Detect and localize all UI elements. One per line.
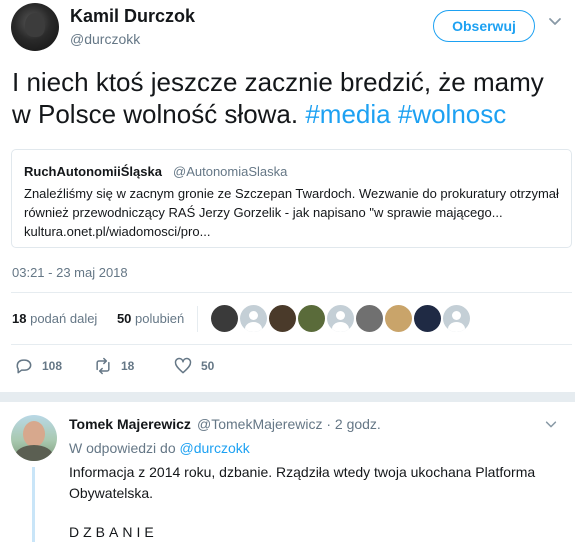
author-avatar[interactable]	[11, 3, 59, 51]
retweet-count: 18	[121, 359, 135, 373]
author-name[interactable]: Kamil Durczok	[70, 6, 195, 27]
liker-avatar-1[interactable]	[211, 305, 238, 332]
liker-avatars	[211, 305, 470, 333]
divider	[11, 344, 572, 345]
quoted-tweet[interactable]: RuchAutonomiiŚląska @AutonomiaSlaska Zna…	[11, 149, 572, 248]
retweets-count: 18	[12, 311, 27, 326]
stats-divider	[197, 306, 198, 332]
retweet-action[interactable]: 18	[93, 355, 134, 377]
liker-avatar-6[interactable]	[356, 305, 383, 332]
quoted-author-name: RuchAutonomiiŚląska	[24, 164, 162, 179]
thread-line	[32, 467, 35, 542]
reply-author-name[interactable]: Tomek Majerewicz	[69, 416, 191, 432]
liker-avatar-2[interactable]	[240, 305, 267, 332]
quoted-author-handle: @AutonomiaSlaska	[173, 164, 288, 179]
like-count: 50	[201, 359, 215, 373]
quoted-tweet-text: Znaleźliśmy się w zacnym gronie ze Szcze…	[24, 186, 559, 239]
reply-text-shout: DZBANIE	[69, 524, 158, 540]
reply-action[interactable]: 108	[14, 355, 62, 377]
like-action[interactable]: 50	[173, 355, 214, 377]
likes-label: polubień	[135, 311, 185, 326]
liker-avatar-7[interactable]	[385, 305, 412, 332]
divider	[11, 292, 572, 293]
hashtag-link-media[interactable]: #media	[305, 99, 390, 129]
engagement-stats: 18 podań dalej 50 polubień	[12, 311, 184, 326]
author-handle[interactable]: @durczokk	[70, 31, 140, 47]
retweets-label: podań dalej	[30, 311, 98, 326]
liker-avatar-5[interactable]	[327, 305, 354, 332]
liker-avatar-4[interactable]	[298, 305, 325, 332]
reply-text: Informacja z 2014 roku, dzbanie. Rządził…	[69, 464, 536, 501]
follow-button[interactable]: Obserwuj	[433, 10, 535, 42]
section-divider	[0, 392, 575, 402]
hashtag-link-wolnosc[interactable]: #wolnosc	[398, 99, 506, 129]
liker-avatar-3[interactable]	[269, 305, 296, 332]
retweet-icon	[96, 357, 110, 375]
reply-count: 108	[42, 359, 63, 373]
heart-icon	[174, 357, 192, 374]
chevron-down-icon[interactable]	[547, 13, 563, 29]
retweets-stat[interactable]: 18 podań dalej	[12, 311, 97, 326]
in-reply-handle-link[interactable]: @durczokk	[180, 440, 250, 456]
reply-author-meta[interactable]: @TomekMajerewicz · 2 godz.	[197, 416, 381, 432]
in-reply-to: W odpowiedzi do @durczokk	[69, 440, 250, 456]
chevron-down-icon[interactable]	[544, 417, 558, 431]
likes-count: 50	[116, 311, 132, 326]
liker-avatar-8[interactable]	[414, 305, 441, 332]
reply-icon	[16, 359, 32, 374]
tweet-text: I niech ktoś jeszcze zacznie bredzić, że…	[12, 66, 567, 130]
reply-author-avatar[interactable]	[11, 415, 57, 461]
liker-avatar-9[interactable]	[443, 305, 470, 332]
in-reply-prefix: W odpowiedzi do	[69, 440, 176, 456]
likes-stat[interactable]: 50 polubień	[117, 311, 184, 326]
tweet-timestamp[interactable]: 03:21 - 23 maj 2018	[12, 265, 128, 280]
